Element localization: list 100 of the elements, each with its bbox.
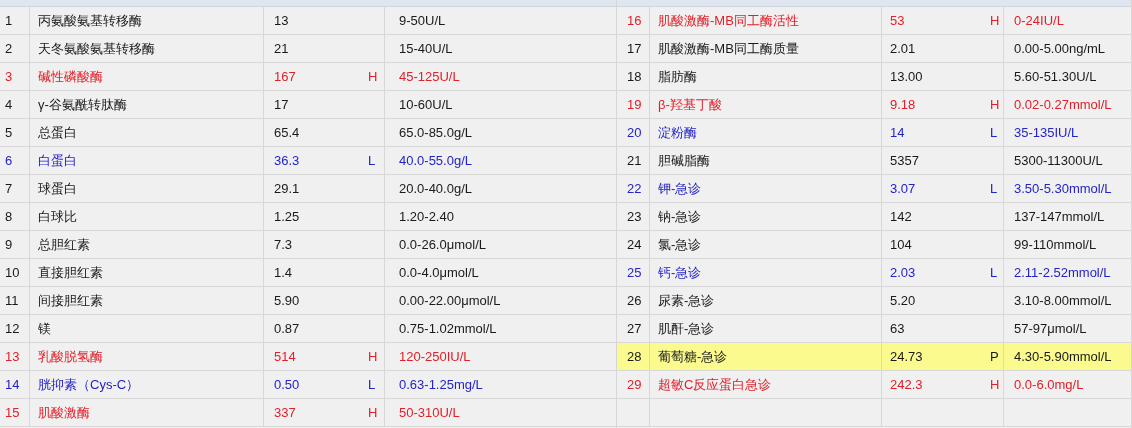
test-name: 白球比 — [38, 207, 77, 226]
reference-range: 0.0-4.0μmol/L — [399, 265, 479, 280]
row-number: 25 — [627, 265, 642, 280]
test-name: 总胆红素 — [38, 235, 90, 254]
result-value: 24.73 — [890, 349, 923, 364]
row-number: 18 — [627, 69, 642, 84]
test-name: 直接胆红素 — [38, 263, 103, 282]
reference-range: 137-147mmol/L — [1014, 209, 1105, 224]
test-name: 尿素-急诊 — [658, 291, 715, 310]
test-name: β-羟基丁酸 — [658, 95, 722, 114]
test-name: 钠-急诊 — [658, 207, 702, 226]
result-value: 7.3 — [274, 237, 293, 252]
test-name: 胱抑素（Cys-C） — [38, 375, 140, 394]
reference-range: 5300-11300U/L — [1014, 153, 1103, 168]
reference-range: 10-60U/L — [399, 97, 453, 112]
result-value: 53 — [890, 13, 905, 28]
test-name: 总蛋白 — [38, 123, 77, 142]
test-name: 胆碱脂酶 — [658, 151, 710, 170]
reference-range: 40.0-55.0g/L — [399, 153, 472, 168]
test-name: 钙-急诊 — [658, 263, 702, 282]
reference-range: 45-125U/L — [399, 69, 460, 84]
test-name: 白蛋白 — [38, 151, 77, 170]
result-value: 104 — [890, 237, 912, 252]
result-value: 17 — [274, 97, 289, 112]
row-number: 16 — [627, 13, 642, 28]
result-value: 1.25 — [274, 209, 300, 224]
reference-range: 2.11-2.52mmol/L — [1014, 265, 1111, 280]
result-value: 5.90 — [274, 293, 300, 308]
test-name: 淀粉酶 — [658, 123, 697, 142]
row-number: 20 — [627, 125, 642, 140]
reference-range: 20.0-40.0g/L — [399, 181, 472, 196]
test-name: γ-谷氨酰转肽酶 — [38, 95, 127, 114]
result-value: 14 — [890, 125, 905, 140]
row-number: 23 — [627, 209, 642, 224]
result-value: 2.01 — [890, 41, 916, 56]
row-number: 24 — [627, 237, 642, 252]
row-number: 1 — [5, 13, 13, 28]
row-number: 28 — [627, 349, 642, 364]
result-value: 3.07 — [890, 181, 916, 196]
test-name: 钾-急诊 — [658, 179, 702, 198]
row-number: 7 — [5, 181, 13, 196]
result-value: 63 — [890, 321, 905, 336]
reference-range: 0.63-1.25mg/L — [399, 377, 483, 392]
result-value: 9.18 — [890, 97, 916, 112]
flag-label: L — [990, 181, 998, 196]
flag-label: H — [990, 377, 1000, 392]
reference-range: 35-135IU/L — [1014, 125, 1079, 140]
reference-range: 99-110mmol/L — [1014, 237, 1097, 252]
flag-label: H — [368, 69, 378, 84]
test-name: 葡萄糖-急诊 — [658, 347, 728, 366]
row-number: 17 — [627, 41, 642, 56]
reference-range: 0.0-6.0mg/L — [1014, 377, 1084, 392]
flag-label: L — [368, 153, 376, 168]
flag-label: P — [990, 349, 999, 364]
reference-range: 0.02-0.27mmol/L — [1014, 97, 1112, 112]
reference-range: 0.75-1.02mmol/L — [399, 321, 497, 336]
result-value: 2.03 — [890, 265, 916, 280]
row-number: 4 — [5, 97, 13, 112]
result-value: 29.1 — [274, 181, 300, 196]
row-number: 2 — [5, 41, 13, 56]
row-number: 8 — [5, 209, 13, 224]
result-value: 5.20 — [890, 293, 916, 308]
result-value: 0.50 — [274, 377, 300, 392]
row-number: 14 — [5, 377, 20, 392]
result-value: 13 — [274, 13, 289, 28]
test-name: 脂肪酶 — [658, 67, 697, 86]
reference-range: 3.10-8.00mmol/L — [1014, 293, 1112, 308]
result-value: 21 — [274, 41, 289, 56]
test-name: 间接胆红素 — [38, 291, 103, 310]
result-value: 514 — [274, 349, 296, 364]
test-name: 肌酸激酶-MB同工酶质量 — [658, 39, 799, 58]
test-name: 碱性磷酸酶 — [38, 67, 103, 86]
reference-range: 5.60-51.30U/L — [1014, 69, 1097, 84]
test-name: 球蛋白 — [38, 179, 77, 198]
reference-range: 120-250IU/L — [399, 349, 471, 364]
flag-label: H — [990, 13, 1000, 28]
row-number: 9 — [5, 237, 13, 252]
reference-range: 0.00-22.00μmol/L — [399, 293, 501, 308]
flag-label: H — [368, 405, 378, 420]
row-number: 22 — [627, 181, 642, 196]
reference-range: 4.30-5.90mmol/L — [1014, 349, 1112, 364]
row-number: 27 — [627, 321, 642, 336]
row-number: 3 — [5, 69, 13, 84]
test-name: 镁 — [38, 319, 51, 338]
row-number: 5 — [5, 125, 13, 140]
result-value: 337 — [274, 405, 296, 420]
reference-range: 50-310U/L — [399, 405, 460, 420]
flag-label: H — [368, 349, 378, 364]
result-value: 36.3 — [274, 153, 300, 168]
row-number: 26 — [627, 293, 642, 308]
result-value: 0.87 — [274, 321, 300, 336]
test-name: 肌酸激酶 — [38, 403, 90, 422]
row-number: 6 — [5, 153, 13, 168]
reference-range: 57-97μmol/L — [1014, 321, 1087, 336]
flag-label: L — [990, 125, 998, 140]
reference-range: 0.00-5.00ng/mL — [1014, 41, 1106, 56]
row-number: 21 — [627, 153, 642, 168]
row-number: 19 — [627, 97, 642, 112]
result-value: 5357 — [890, 153, 919, 168]
test-name: 丙氨酸氨基转移酶 — [38, 11, 142, 30]
